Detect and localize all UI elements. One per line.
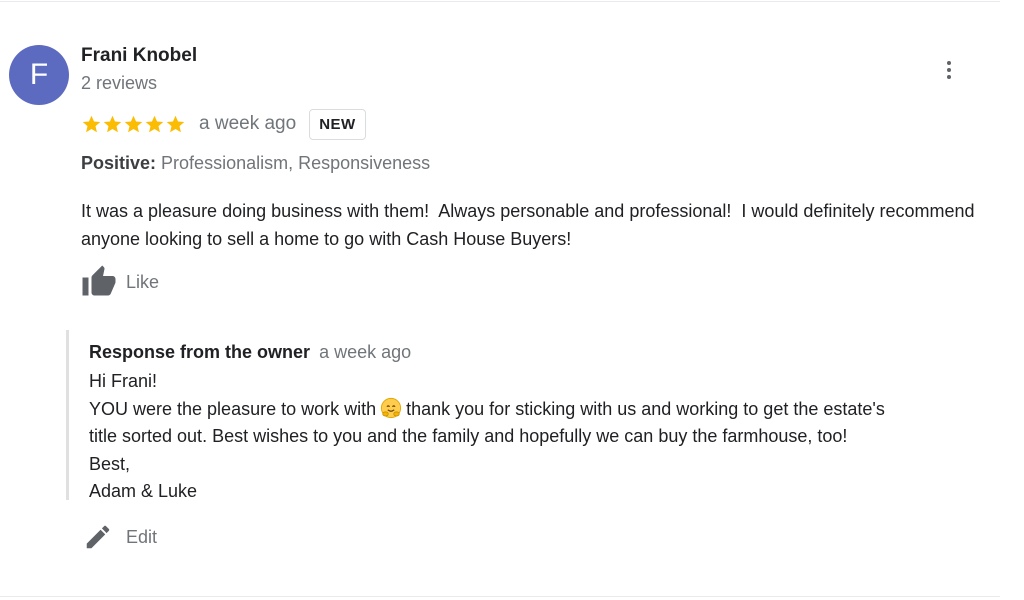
hugging-face-emoji-icon [381,397,402,418]
review-time: a week ago [199,113,297,134]
new-badge: NEW [309,108,366,140]
pencil-icon [86,525,110,549]
star-rating [81,114,186,135]
star-icon [124,115,143,132]
positive-label: Positive: [81,153,157,173]
owner-response-line: Adam & Luke [89,481,198,501]
more-options-button[interactable] [936,57,962,83]
owner-response-line: title sorted out. Best wishes to you and… [89,426,848,446]
positive-attributes: Positive: Professionalism, Responsivenes… [81,153,430,174]
owner-response-text: Hi Frani! YOU were the pleasure to work … [89,368,979,506]
owner-response-time: a week ago [319,342,412,362]
reviewer-review-count[interactable]: 2 reviews [81,73,157,94]
more-vert-icon [947,60,951,81]
star-icon [145,115,164,132]
star-icon [103,115,122,132]
rating-row: a week ago NEW [81,107,366,141]
owner-response-segment: YOU were the pleasure to work with [89,398,377,419]
thumbs-up-icon [82,265,116,296]
owner-response-header: Response from the owner a week ago [89,342,411,363]
like-button[interactable]: Like [81,264,159,300]
star-icon [166,115,185,132]
owner-response-title: Response from the owner [89,342,311,362]
owner-response-line: Best, [89,453,131,474]
star-icon [82,115,101,132]
positive-values: Professionalism, Responsiveness [161,153,431,173]
top-divider [0,1,1000,2]
edit-response-button[interactable]: Edit [83,522,157,552]
reviewer-name[interactable]: Frani Knobel [81,45,197,67]
review-text: It was a pleasure doing business with th… [81,201,980,249]
like-label: Like [126,271,160,292]
reviewer-avatar[interactable]: F [9,45,69,105]
owner-response-line: YOU were the pleasure to work with thank… [89,396,979,424]
owner-response: Response from the owner a week ago Hi Fr… [66,330,989,501]
edit-label: Edit [126,526,158,547]
owner-response-segment: thank you for sticking with us and worki… [406,398,885,419]
bottom-divider [0,596,1000,597]
avatar-letter: F [29,58,49,91]
owner-response-line: Hi Frani! [89,371,158,391]
